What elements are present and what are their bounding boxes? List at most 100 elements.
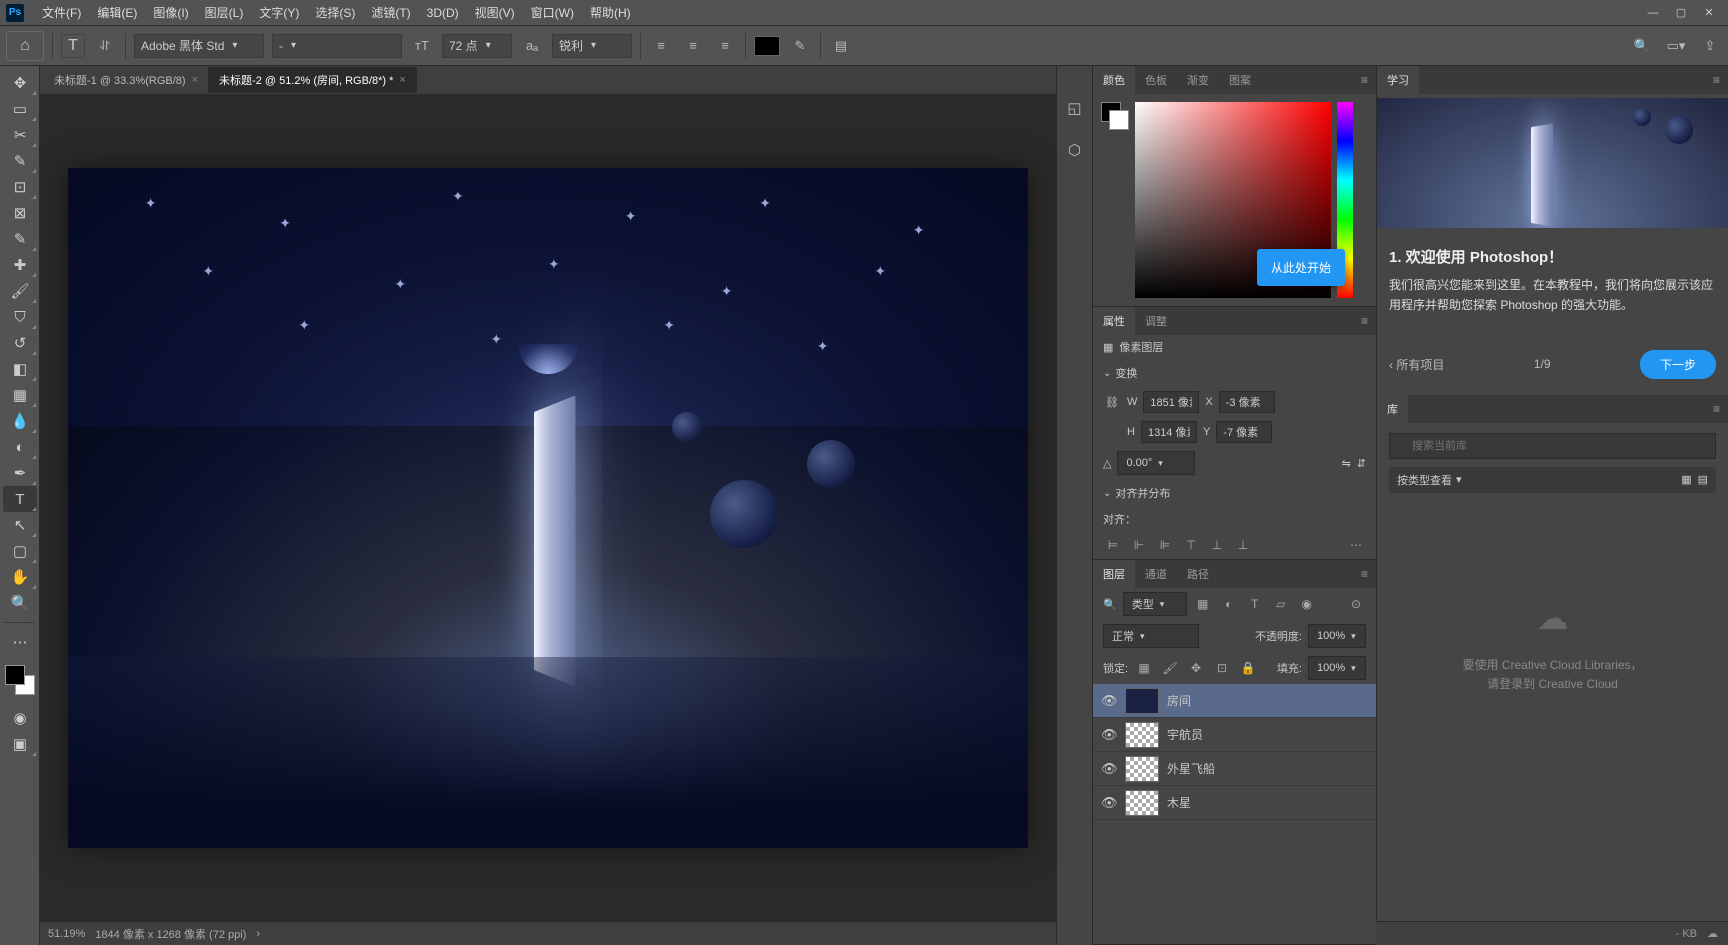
properties-tab[interactable]: 属性 xyxy=(1093,307,1135,335)
document-tab[interactable]: 未标题-1 @ 33.3%(RGB/8)× xyxy=(44,67,209,93)
library-search-input[interactable] xyxy=(1389,433,1716,459)
lock-pos-icon[interactable]: ✥ xyxy=(1186,658,1206,678)
layer-row[interactable]: 👁 房间 xyxy=(1093,684,1376,718)
transform-header[interactable]: 变换 xyxy=(1093,359,1376,387)
lock-trans-icon[interactable]: ▦ xyxy=(1134,658,1154,678)
align-center-icon[interactable]: ≡ xyxy=(681,34,705,58)
filter-smart-icon[interactable]: ◉ xyxy=(1297,594,1317,614)
zoom-level[interactable]: 51.19% xyxy=(48,928,85,940)
align-left-icon[interactable]: ≡ xyxy=(649,34,673,58)
layer-row[interactable]: 👁 宇航员 xyxy=(1093,718,1376,752)
tool-preset-icon[interactable]: T xyxy=(61,34,85,58)
gradients-tab[interactable]: 渐变 xyxy=(1177,66,1219,94)
workspace-icon[interactable]: ▭▾ xyxy=(1664,34,1688,58)
layer-name[interactable]: 房间 xyxy=(1167,692,1191,709)
orientation-icon[interactable]: ⥯ xyxy=(93,34,117,58)
panel-menu-icon[interactable]: ≡ xyxy=(1353,314,1376,328)
width-input[interactable] xyxy=(1143,391,1199,413)
panel-menu-icon[interactable]: ≡ xyxy=(1353,567,1376,581)
align-more-icon[interactable]: ⋯ xyxy=(1346,535,1366,555)
channels-tab[interactable]: 通道 xyxy=(1135,560,1177,588)
history-brush-tool[interactable]: ↺ xyxy=(3,330,37,356)
menu-window[interactable]: 窗口(W) xyxy=(523,0,582,25)
maximize-icon[interactable]: ▢ xyxy=(1668,4,1694,22)
lock-artboard-icon[interactable]: ⊡ xyxy=(1212,658,1232,678)
quick-mask-icon[interactable]: ◉ xyxy=(3,705,37,731)
home-icon[interactable]: ⌂ xyxy=(6,31,44,61)
lock-pixel-icon[interactable]: 🖌 xyxy=(1160,658,1180,678)
panel-menu-icon[interactable]: ≡ xyxy=(1705,73,1728,87)
menu-layer[interactable]: 图层(L) xyxy=(197,0,252,25)
visibility-icon[interactable]: 👁 xyxy=(1101,693,1117,709)
back-link[interactable]: ‹ 所有项目 xyxy=(1389,356,1444,373)
quick-select-tool[interactable]: ✎ xyxy=(3,148,37,174)
char-panel-icon[interactable]: ▤ xyxy=(829,34,853,58)
font-style-select[interactable]: - xyxy=(272,34,402,58)
align-vcenter-icon[interactable]: ⊥ xyxy=(1207,535,1227,555)
align-right-icon[interactable]: ≡ xyxy=(713,34,737,58)
menu-type[interactable]: 文字(Y) xyxy=(251,0,307,25)
document-tab[interactable]: 未标题-2 @ 51.2% (房间, RGB/8*) *× xyxy=(209,67,417,93)
screen-mode-icon[interactable]: ▣ xyxy=(3,731,37,757)
align-header[interactable]: 对齐并分布 xyxy=(1093,479,1376,507)
menu-help[interactable]: 帮助(H) xyxy=(582,0,639,25)
x-input[interactable] xyxy=(1219,391,1275,413)
adjustments-tab[interactable]: 调整 xyxy=(1135,307,1177,335)
learn-tab[interactable]: 学习 xyxy=(1377,66,1419,94)
warp-text-icon[interactable]: ✎ xyxy=(788,34,812,58)
anti-alias-select[interactable]: 锐利 xyxy=(552,34,632,58)
layer-row[interactable]: 👁 外星飞船 xyxy=(1093,752,1376,786)
opacity-input[interactable]: 100% xyxy=(1308,624,1366,648)
align-bottom-icon[interactable]: ⊥ xyxy=(1233,535,1253,555)
visibility-icon[interactable]: 👁 xyxy=(1101,795,1117,811)
shape-tool[interactable]: ▢ xyxy=(3,538,37,564)
brush-tool[interactable]: 🖌 xyxy=(3,278,37,304)
filter-adjust-icon[interactable]: ◐ xyxy=(1219,594,1239,614)
layer-thumbnail[interactable] xyxy=(1125,688,1159,714)
status-chevron-icon[interactable]: › xyxy=(256,928,260,940)
stamp-tool[interactable]: ⛉ xyxy=(3,304,37,330)
close-icon[interactable]: ✕ xyxy=(1696,4,1722,22)
y-input[interactable] xyxy=(1216,421,1272,443)
font-family-select[interactable]: Adobe 黑体 Std xyxy=(134,34,264,58)
font-size-select[interactable]: 72 点 xyxy=(442,34,512,58)
edit-toolbar-icon[interactable]: ⋯ xyxy=(3,629,37,655)
hand-tool[interactable]: ✋ xyxy=(3,564,37,590)
eyedropper-tool[interactable]: ✎ xyxy=(3,226,37,252)
menu-image[interactable]: 图像(I) xyxy=(145,0,196,25)
blend-mode-select[interactable]: 正常 xyxy=(1103,624,1199,648)
move-tool[interactable]: ✥ xyxy=(3,70,37,96)
color-fg-bg[interactable] xyxy=(1101,102,1129,130)
library-filter-select[interactable]: 按类型查看▾ ▦ ▤ xyxy=(1389,467,1716,493)
tab-close-icon[interactable]: × xyxy=(399,74,405,86)
angle-input[interactable]: 0.00° xyxy=(1117,451,1195,475)
layer-thumbnail[interactable] xyxy=(1125,756,1159,782)
grid-view-icon[interactable]: ▦ xyxy=(1681,473,1691,486)
filter-search-icon[interactable]: 🔍 xyxy=(1103,598,1117,611)
menu-file[interactable]: 文件(F) xyxy=(34,0,89,25)
filter-shape-icon[interactable]: ▱ xyxy=(1271,594,1291,614)
color-swatches[interactable] xyxy=(5,665,35,695)
filter-pixel-icon[interactable]: ▦ xyxy=(1193,594,1213,614)
foreground-color[interactable] xyxy=(5,665,25,685)
align-top-icon[interactable]: ⊤ xyxy=(1181,535,1201,555)
layer-row[interactable]: 👁 木星 xyxy=(1093,786,1376,820)
tab-close-icon[interactable]: × xyxy=(192,74,198,86)
dodge-tool[interactable]: ◐ xyxy=(3,434,37,460)
menu-select[interactable]: 选择(S) xyxy=(307,0,363,25)
blur-tool[interactable]: 💧 xyxy=(3,408,37,434)
layer-name[interactable]: 木星 xyxy=(1167,794,1191,811)
menu-filter[interactable]: 滤镜(T) xyxy=(363,0,418,25)
panel-menu-icon[interactable]: ≡ xyxy=(1705,402,1728,416)
menu-view[interactable]: 视图(V) xyxy=(467,0,523,25)
sync-icon[interactable]: ☁ xyxy=(1707,927,1718,940)
height-input[interactable] xyxy=(1141,421,1197,443)
filter-type-icon[interactable]: T xyxy=(1245,594,1265,614)
text-color-swatch[interactable] xyxy=(754,36,780,56)
align-left-icon[interactable]: ⊨ xyxy=(1103,535,1123,555)
menu-3d[interactable]: 3D(D) xyxy=(419,0,467,25)
share-icon[interactable]: ⇪ xyxy=(1698,34,1722,58)
layers-tab[interactable]: 图层 xyxy=(1093,560,1135,588)
menu-edit[interactable]: 编辑(E) xyxy=(89,0,145,25)
zoom-tool[interactable]: 🔍 xyxy=(3,590,37,616)
